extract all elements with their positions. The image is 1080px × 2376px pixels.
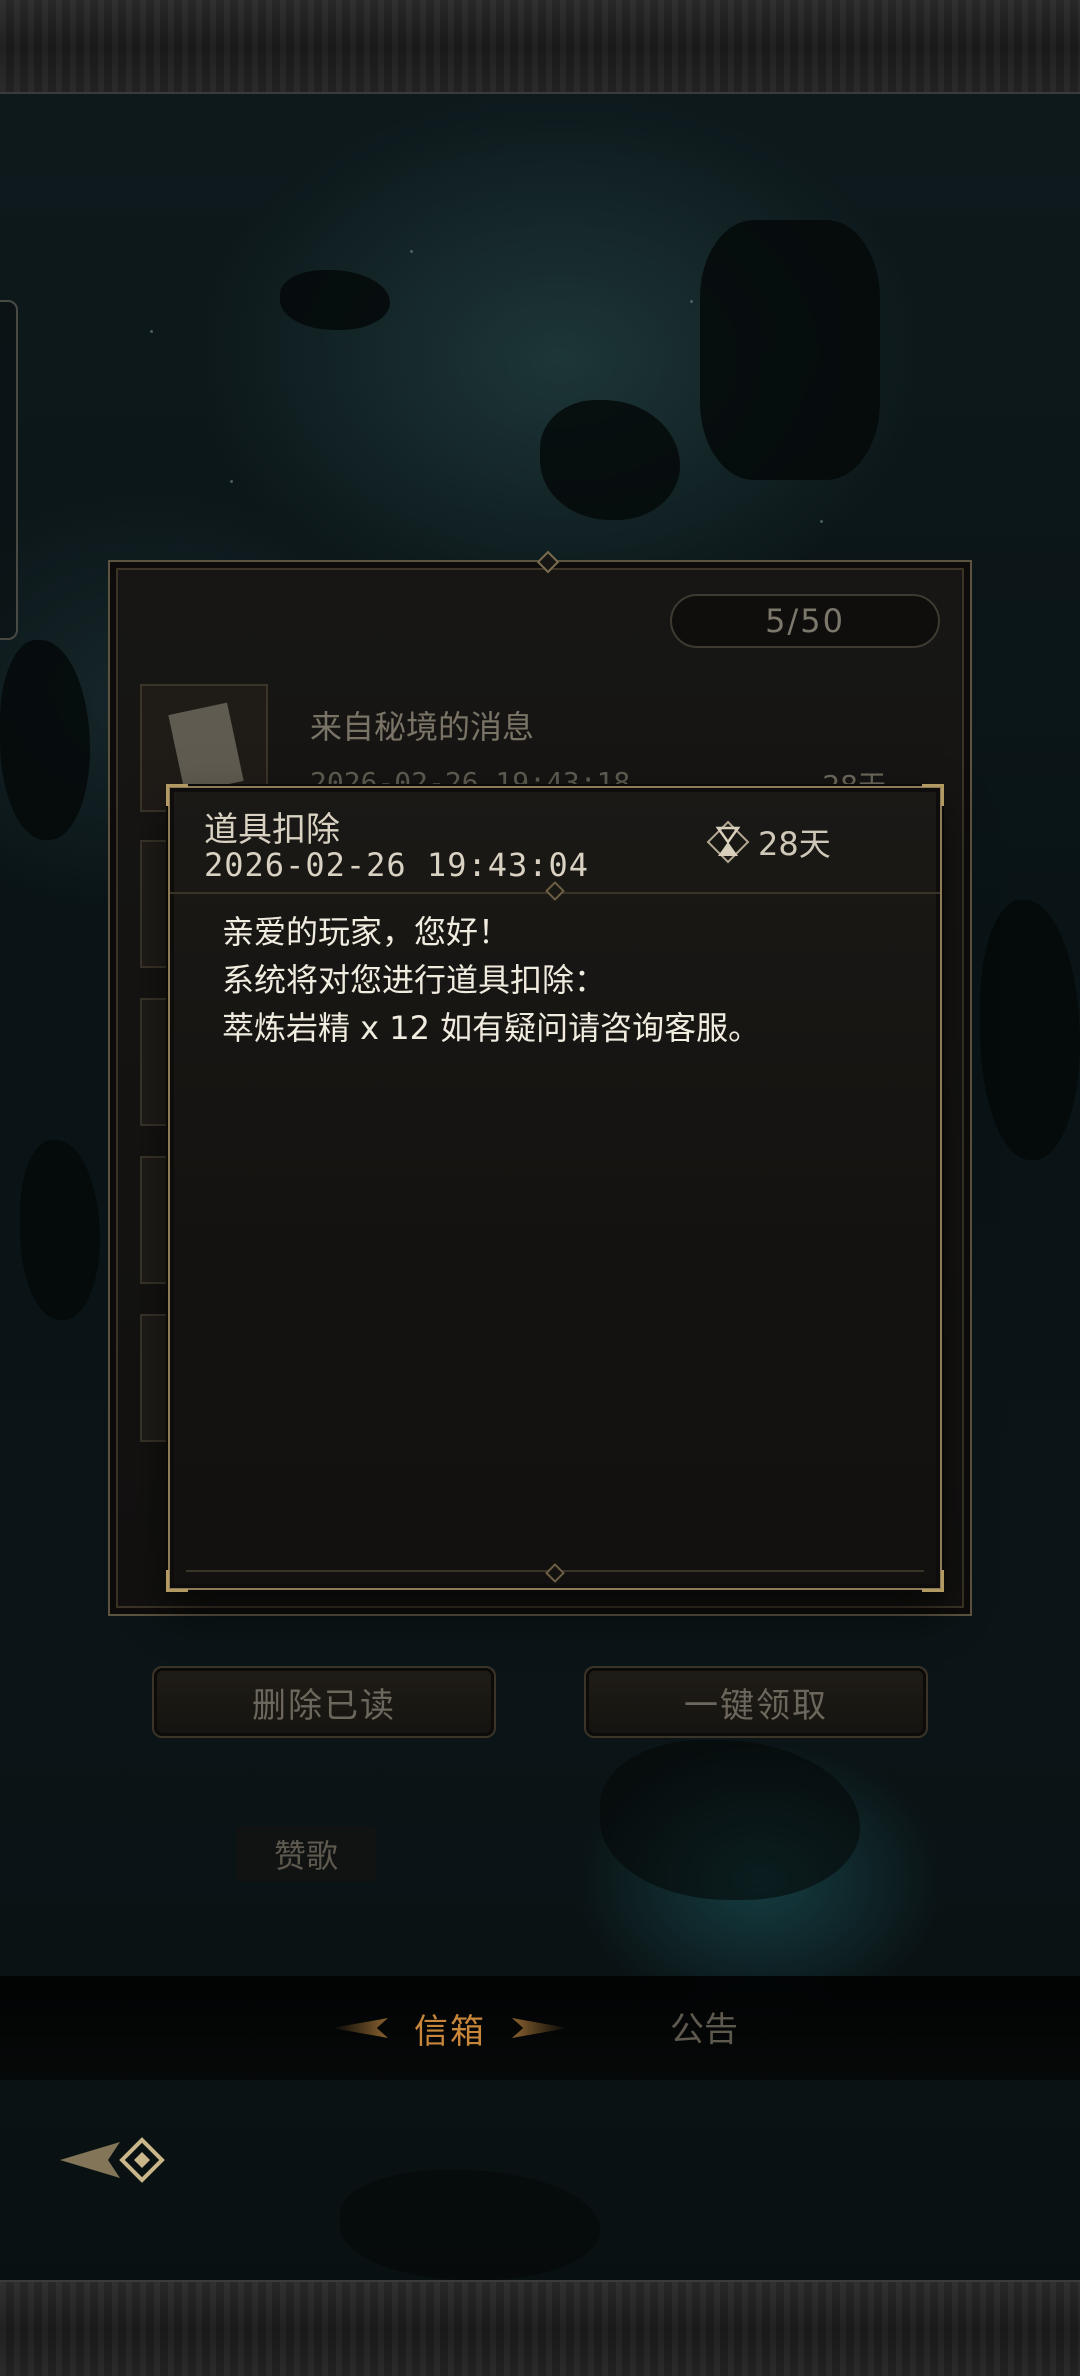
floating-rock: [0, 640, 90, 840]
ruins-silhouette: [340, 2170, 600, 2280]
bottom-tab-bar: 信箱 公告: [0, 1976, 1080, 2080]
mail-detail-date: 2026-02-26 19:43:04: [204, 846, 590, 884]
dust-particle: [690, 300, 693, 303]
tab-mail[interactable]: 信箱: [320, 1976, 580, 2080]
mail-detail-body: 亲爱的玩家，您好！ 系统将对您进行道具扣除： 萃炼岩精 x 12 如有疑问请咨询…: [222, 908, 912, 1052]
mail-detail-days: 28天: [758, 825, 831, 863]
hymn-label[interactable]: 赞歌: [236, 1826, 376, 1882]
wing-ornament-icon: [512, 2018, 568, 2038]
mail-detail-header: 道具扣除 2026-02-26 19:43:04 28天: [170, 788, 940, 901]
body-line: 亲爱的玩家，您好！: [222, 913, 511, 951]
floating-rock: [280, 270, 390, 330]
mail-detail-title: 道具扣除: [204, 810, 340, 850]
body-line: 系统将对您进行道具扣除：: [222, 961, 607, 999]
dust-particle: [410, 250, 413, 253]
top-frame: [0, 0, 1080, 94]
back-button[interactable]: [40, 2124, 190, 2196]
wing-ornament-icon: [332, 2018, 388, 2038]
tab-mail-label: 信箱: [414, 2011, 486, 2052]
expiry-indicator: 28天: [706, 818, 831, 866]
claim-all-button[interactable]: 一键领取: [584, 1666, 928, 1738]
floating-rock: [700, 220, 880, 480]
hourglass-icon: [706, 820, 750, 864]
tab-notice[interactable]: 公告: [670, 2002, 738, 2051]
dust-particle: [820, 520, 823, 523]
delete-read-button[interactable]: 删除已读: [152, 1666, 496, 1738]
dust-particle: [230, 480, 233, 483]
floating-rock: [600, 1740, 860, 1900]
dust-particle: [150, 330, 153, 333]
floating-rock: [980, 900, 1080, 1160]
arrow-left-icon: [60, 2137, 165, 2183]
floating-rock: [20, 1140, 100, 1320]
bottom-frame: [0, 2280, 1080, 2376]
mail-count: 5/50: [670, 594, 940, 648]
floating-rock: [540, 400, 680, 520]
mail-item-title: 来自秘境的消息: [310, 708, 535, 746]
side-drawer-handle[interactable]: [0, 300, 18, 640]
mail-detail-dialog: 道具扣除 2026-02-26 19:43:04 28天 亲爱的玩家，您好！ 系…: [166, 784, 944, 1592]
body-line: 萃炼岩精 x 12 如有疑问请咨询客服。: [222, 1009, 761, 1047]
